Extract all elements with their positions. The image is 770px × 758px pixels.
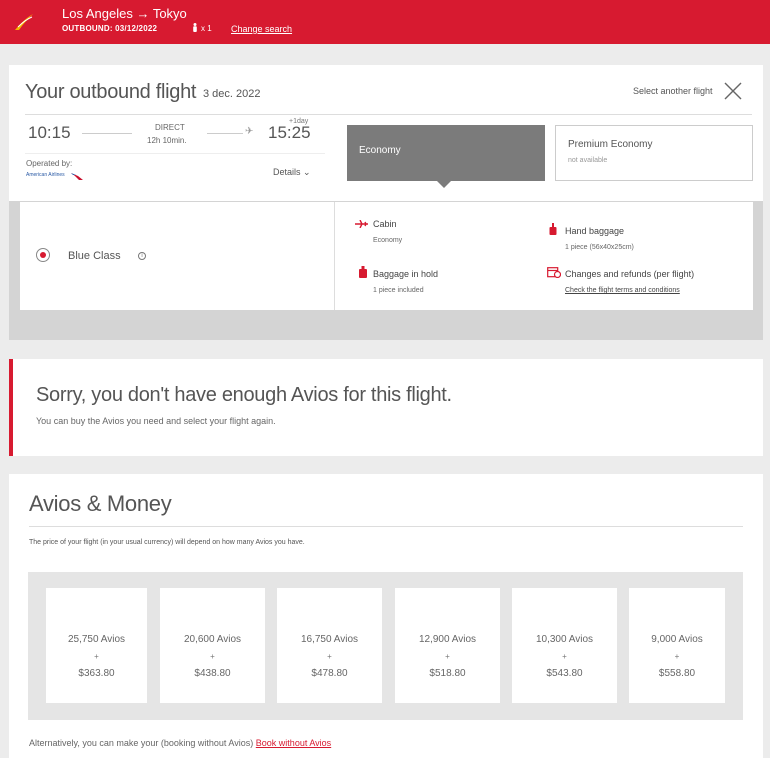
route-title: Los Angeles → Tokyo bbox=[62, 6, 187, 21]
fare-option: Blue Class i Cabin Economy Hand baggage … bbox=[20, 202, 753, 310]
plus-sign: + bbox=[210, 652, 215, 661]
plus-sign: + bbox=[327, 652, 332, 661]
terms-and-conditions-link[interactable]: Check the flight terms and conditions bbox=[565, 287, 680, 294]
departure-time: 10:15 bbox=[28, 123, 71, 142]
avios-option[interactable]: 9,000 Avios + $558.80 bbox=[629, 588, 725, 703]
close-icon[interactable] bbox=[723, 81, 743, 101]
avios-amount: 20,600 Avios bbox=[183, 634, 242, 645]
plane-icon bbox=[355, 220, 368, 228]
avios-option[interactable]: 12,900 Avios + $518.80 bbox=[395, 588, 500, 703]
money-amount: $518.80 bbox=[429, 668, 466, 679]
select-another-flight-link[interactable]: Select another flight bbox=[633, 86, 713, 96]
info-icon[interactable]: i bbox=[138, 252, 146, 260]
changes-label: Changes and refunds (per flight) bbox=[565, 269, 695, 279]
avios-options-panel: 25,750 Avios + $363.80 20,600 Avios + $4… bbox=[28, 572, 743, 720]
airline-logo-icon bbox=[15, 14, 33, 30]
route-line bbox=[82, 133, 132, 134]
divider bbox=[334, 202, 335, 310]
alternative-booking-label: Alternatively, you can make your (bookin… bbox=[29, 738, 254, 748]
avios-amount: 16,750 Avios bbox=[300, 634, 359, 645]
outbound-flight-card: Your outbound flight 3 dec. 2022 Select … bbox=[9, 65, 763, 340]
divider bbox=[25, 153, 325, 154]
avios-option[interactable]: 20,600 Avios + $438.80 bbox=[160, 588, 265, 703]
money-amount: $558.80 bbox=[658, 668, 696, 679]
cabin-tab-label: Premium Economy bbox=[568, 139, 653, 150]
cabin-tab-label: Economy bbox=[359, 145, 401, 156]
top-bar: Los Angeles → Tokyo OUTBOUND: 03/12/2022… bbox=[0, 0, 770, 44]
avios-option[interactable]: 10,300 Avios + $543.80 bbox=[512, 588, 617, 703]
calendar-icon bbox=[547, 267, 561, 278]
cabin-availability: not available bbox=[568, 157, 608, 164]
plus-sign: + bbox=[94, 652, 99, 661]
operated-by-label: Operated by: bbox=[26, 159, 73, 168]
change-search-link[interactable]: Change search bbox=[231, 24, 292, 34]
divider bbox=[355, 114, 752, 115]
details-toggle[interactable]: Details ⌄ bbox=[273, 167, 311, 178]
hand-baggage-value: 1 piece (56x40x25cm) bbox=[565, 244, 634, 251]
cabin-tab-economy[interactable]: Economy bbox=[347, 125, 545, 181]
route-line bbox=[207, 133, 243, 134]
fare-name: Blue Class bbox=[68, 250, 121, 262]
avios-amount: 9,000 Avios bbox=[651, 634, 703, 645]
section-title: Avios & Money bbox=[29, 491, 172, 516]
plus-sign: + bbox=[445, 652, 450, 661]
person-icon bbox=[193, 23, 197, 32]
hold-baggage-label: Baggage in hold bbox=[373, 269, 439, 279]
page-title: Your outbound flight bbox=[25, 81, 197, 103]
arrival-time: 15:25 bbox=[268, 123, 311, 142]
notice-subtitle: You can buy the Avios you need and selec… bbox=[36, 416, 276, 426]
section-description: The price of your flight (in your usual … bbox=[29, 539, 305, 546]
outbound-date: OUTBOUND: 03/12/2022 bbox=[62, 24, 158, 33]
money-amount: $543.80 bbox=[546, 668, 583, 679]
airline-mark-icon bbox=[71, 173, 83, 180]
flight-duration: 12h 10min. bbox=[147, 136, 187, 145]
hand-baggage-label: Hand baggage bbox=[565, 226, 625, 236]
book-without-avios-link[interactable]: Book without Avios bbox=[256, 738, 331, 748]
operating-airline-logo: American Airlines bbox=[26, 172, 65, 178]
money-amount: $438.80 bbox=[194, 668, 231, 679]
money-amount: $478.80 bbox=[311, 668, 348, 679]
stops-label: DIRECT bbox=[155, 123, 185, 132]
avios-amount: 12,900 Avios bbox=[418, 634, 477, 645]
passenger-count: x 1 bbox=[192, 23, 212, 33]
hand-baggage-icon bbox=[549, 223, 557, 235]
flight-date: 3 dec. 2022 bbox=[203, 88, 261, 100]
avios-option[interactable]: 16,750 Avios + $478.80 bbox=[277, 588, 382, 703]
plane-icon: ✈ bbox=[245, 126, 254, 137]
cabin-label: Cabin bbox=[373, 219, 397, 229]
cabin-tab-premium-economy[interactable]: Premium Economy not available bbox=[555, 125, 753, 181]
selected-tab-caret bbox=[437, 181, 451, 188]
avios-amount: 10,300 Avios bbox=[535, 634, 594, 645]
checked-baggage-icon bbox=[359, 266, 367, 278]
notice-title: Sorry, you don't have enough Avios for t… bbox=[36, 384, 452, 406]
passenger-count-label: x 1 bbox=[201, 24, 212, 33]
avios-money-card: Avios & Money The price of your flight (… bbox=[9, 474, 763, 758]
divider bbox=[25, 114, 355, 115]
hold-baggage-value: 1 piece included bbox=[373, 287, 424, 294]
alert-accent-bar bbox=[9, 359, 13, 456]
plus-sign: + bbox=[674, 652, 680, 661]
insufficient-avios-notice: Sorry, you don't have enough Avios for t… bbox=[9, 359, 763, 456]
avios-amount: 25,750 Avios bbox=[67, 634, 126, 645]
plus-sign: + bbox=[562, 652, 567, 661]
fare-radio-button[interactable] bbox=[36, 248, 50, 262]
avios-option[interactable]: 25,750 Avios + $363.80 bbox=[46, 588, 147, 703]
money-amount: $363.80 bbox=[78, 668, 115, 679]
divider bbox=[29, 526, 743, 527]
alternative-booking-text: Alternatively, you can make your (bookin… bbox=[29, 738, 331, 748]
cabin-value: Economy bbox=[373, 237, 403, 244]
